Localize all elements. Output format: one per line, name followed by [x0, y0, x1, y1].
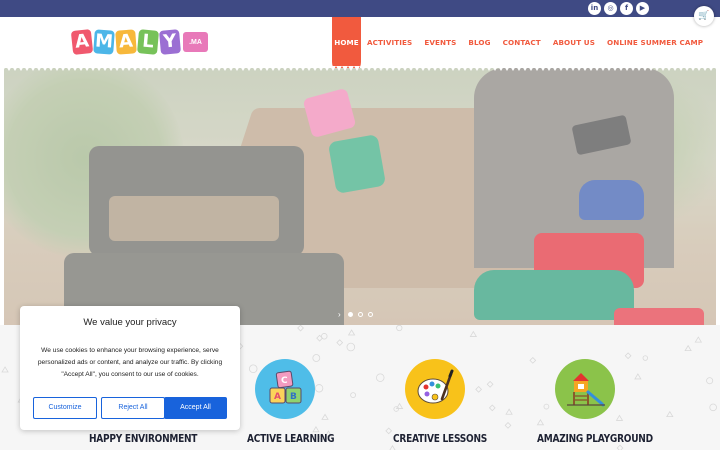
- feature-title: ACTIVE LEARNING: [247, 433, 335, 445]
- svg-text:C: C: [281, 376, 288, 386]
- site-header: A M A L Y .MA HOME ACTIVITIES EVENTS BLO…: [0, 17, 720, 76]
- pattern-shape: [642, 355, 649, 361]
- cookie-title: We value your privacy: [83, 317, 177, 328]
- instagram-icon[interactable]: ◎: [604, 2, 617, 15]
- pattern-shape: [488, 404, 496, 412]
- pattern-shape: [624, 352, 632, 360]
- alphabet-blocks-icon: C A B: [269, 370, 302, 404]
- shopping-cart-icon[interactable]: 🛒: [694, 6, 714, 26]
- facebook-icon[interactable]: f: [620, 2, 633, 15]
- pattern-shape: [706, 377, 714, 385]
- nav-events[interactable]: EVENTS: [418, 17, 462, 68]
- slider-dot[interactable]: [347, 312, 353, 317]
- customize-button[interactable]: Customize: [33, 397, 97, 419]
- hero-slider[interactable]: [4, 68, 716, 325]
- accept-all-button[interactable]: Accept All: [164, 397, 227, 419]
- feature-icon-circle: [405, 359, 465, 419]
- feature-icon-circle: [555, 359, 615, 419]
- chevron-right-icon[interactable]: ›: [338, 310, 341, 319]
- pattern-shape: [385, 427, 393, 435]
- header-zigzag-divider: [0, 66, 720, 71]
- linkedin-icon[interactable]: in: [588, 2, 601, 15]
- youtube-icon[interactable]: ▶: [636, 2, 649, 15]
- slider-dot[interactable]: [357, 312, 363, 317]
- pattern-shape: [389, 444, 396, 450]
- cookie-message: We use cookies to enhance your browsing …: [37, 347, 223, 378]
- pattern-shape: [709, 403, 717, 412]
- logo-letter: Y: [158, 29, 182, 55]
- logo-letter: A: [115, 29, 137, 55]
- pattern-shape: [616, 444, 624, 450]
- nav-online-summer-camp[interactable]: ONLINE SUMMER CAMP: [601, 17, 709, 68]
- nav-about-us[interactable]: ABOUT US: [547, 17, 601, 68]
- pattern-shape: [350, 392, 356, 398]
- pattern-shape: [395, 402, 404, 409]
- amaly-logo[interactable]: A M A L Y .MA: [70, 27, 208, 57]
- pattern-shape: [321, 413, 329, 420]
- logo-letter: A: [70, 29, 94, 55]
- pattern-shape: [536, 419, 545, 426]
- main-nav: HOME ACTIVITIES EVENTS BLOG CONTACT ABOU…: [332, 17, 709, 76]
- pattern-shape: [376, 373, 385, 382]
- pattern-shape: [393, 406, 399, 412]
- nav-activities[interactable]: ACTIVITIES: [361, 17, 418, 68]
- feature-icon-circle: C A B: [255, 359, 315, 419]
- pattern-shape: [694, 336, 703, 343]
- logo-suffix: .MA: [183, 32, 208, 52]
- pattern-shape: [666, 410, 674, 418]
- pattern-shape: [314, 384, 324, 393]
- pattern-shape: [469, 330, 478, 337]
- pattern-shape: [615, 414, 624, 421]
- pattern-shape: [475, 385, 483, 393]
- nav-contact[interactable]: CONTACT: [497, 17, 547, 68]
- hero-overlay: [4, 68, 716, 325]
- pattern-shape: [297, 325, 304, 332]
- pattern-shape: [346, 342, 356, 352]
- paint-palette-icon: [417, 369, 454, 404]
- reject-all-button[interactable]: Reject All: [101, 397, 165, 419]
- nav-blog[interactable]: BLOG: [462, 17, 496, 68]
- svg-text:B: B: [290, 392, 297, 402]
- feature-title: CREATIVE LESSONS: [393, 433, 487, 445]
- logo-letter: L: [136, 29, 160, 55]
- pattern-shape: [347, 329, 356, 336]
- svg-text:A: A: [274, 392, 281, 402]
- top-bar: in ◎ f ▶: [0, 0, 720, 17]
- logo-letter: M: [93, 29, 115, 55]
- pattern-shape: [543, 403, 550, 410]
- pattern-shape: [1, 366, 9, 373]
- pattern-shape: [486, 380, 494, 388]
- feature-title: HAPPY ENVIRONMENT: [89, 433, 198, 445]
- pattern-shape: [312, 426, 320, 433]
- playground-slide-icon: [567, 373, 605, 407]
- pattern-shape: [684, 344, 692, 352]
- feature-title: AMAZING PLAYGROUND: [537, 433, 653, 445]
- pattern-shape: [336, 339, 344, 347]
- pattern-shape: [634, 373, 642, 380]
- pattern-shape: [505, 408, 513, 415]
- pattern-shape: [504, 422, 512, 429]
- cookie-consent-dialog: We value your privacy We use cookies to …: [20, 306, 240, 430]
- pattern-shape: [529, 356, 537, 364]
- pattern-shape: [396, 325, 403, 332]
- slider-dots: ›: [338, 310, 373, 319]
- slider-dot[interactable]: [367, 312, 373, 317]
